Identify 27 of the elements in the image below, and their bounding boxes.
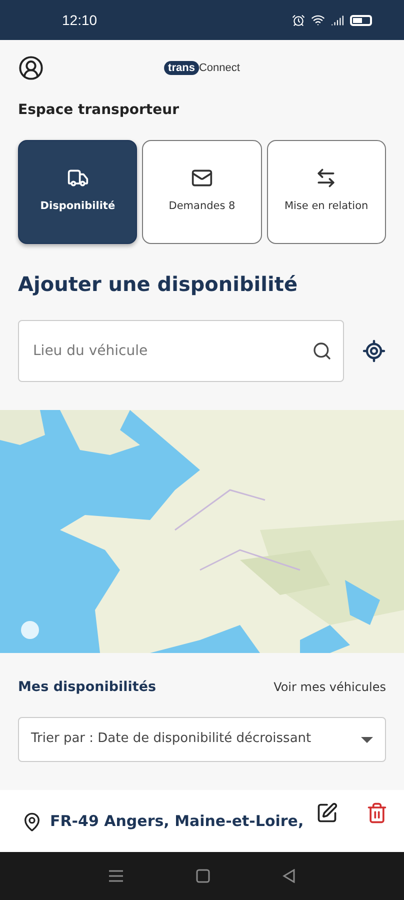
tab[interactable]: Mise en relation bbox=[266, 140, 386, 244]
caret-icon bbox=[361, 736, 373, 742]
search-icon[interactable] bbox=[312, 341, 332, 361]
home-icon[interactable] bbox=[196, 869, 210, 883]
tab[interactable]: Demandes 8 bbox=[142, 140, 262, 244]
search-field[interactable]: Lieu du véhicule bbox=[18, 320, 344, 382]
vehicles-link[interactable]: Voir mes véhicules bbox=[274, 680, 386, 694]
map-pin-icon bbox=[22, 812, 42, 832]
signal-icon bbox=[331, 14, 344, 26]
back-icon[interactable] bbox=[282, 869, 296, 883]
tab[interactable]: Disponibilité bbox=[18, 140, 138, 244]
alarm-icon bbox=[292, 14, 305, 26]
sort-dropdown[interactable]: Trier par : Date de disponibilité décroissant bbox=[18, 717, 386, 762]
location-text: FR-49 Angers, Maine-et-Loire, bbox=[50, 812, 304, 830]
edit-icon[interactable] bbox=[316, 802, 338, 824]
delete-icon[interactable] bbox=[366, 802, 388, 824]
section-title: Espace transporteur bbox=[17, 101, 180, 118]
page-title: Ajouter une disponibilité bbox=[17, 271, 299, 296]
status-time: 12:10 bbox=[62, 12, 98, 28]
menu-icon[interactable] bbox=[108, 869, 124, 883]
wifi-icon bbox=[311, 13, 325, 27]
battery-icon bbox=[350, 14, 372, 26]
list-title: Mes disponibilités bbox=[18, 679, 156, 695]
logo: trans Connect bbox=[164, 61, 240, 75]
mail-icon bbox=[190, 167, 213, 190]
locate-icon[interactable] bbox=[362, 339, 386, 363]
profile-icon[interactable] bbox=[18, 55, 44, 81]
